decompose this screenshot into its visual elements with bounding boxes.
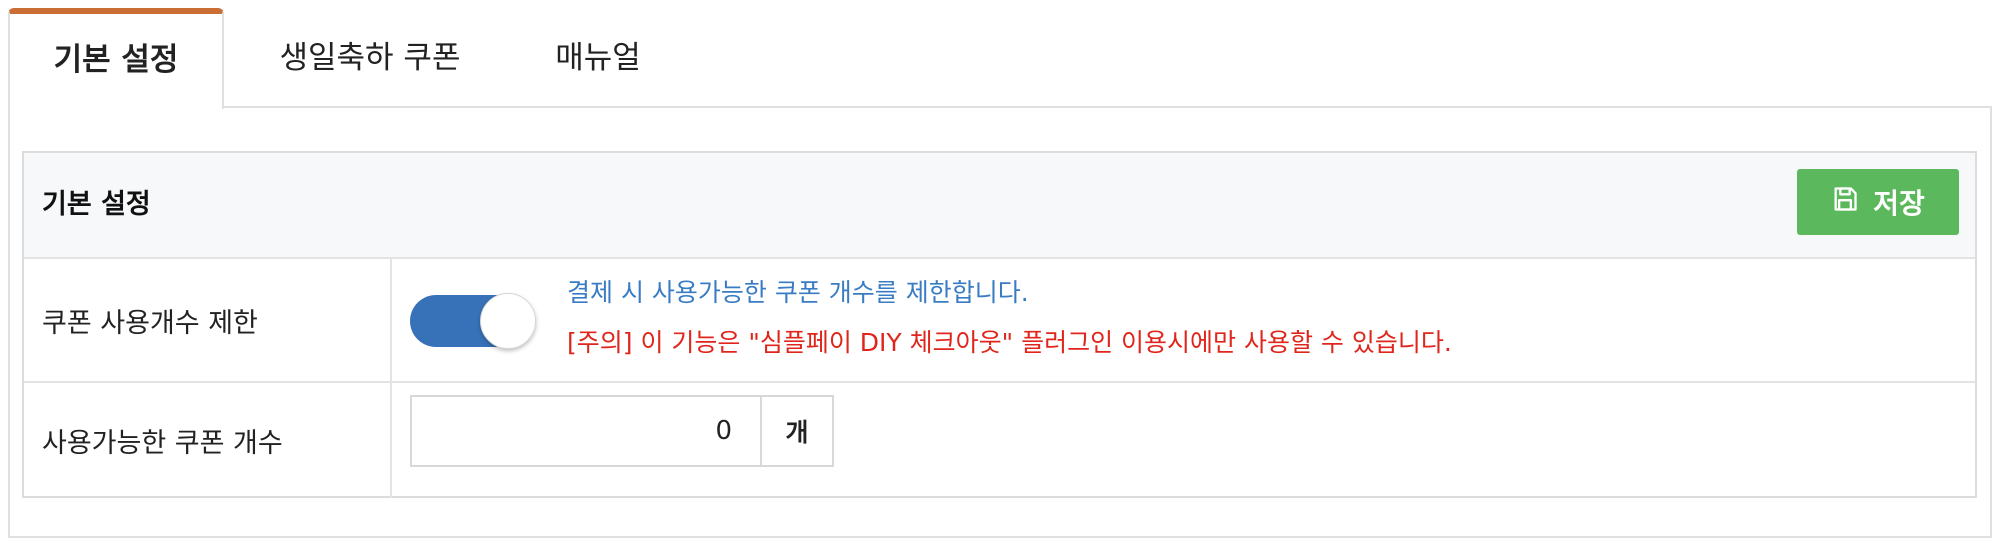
coupon-count-row: 사용가능한 쿠폰 개수 개 xyxy=(24,383,1975,498)
column-divider xyxy=(390,383,392,498)
coupon-count-input[interactable] xyxy=(410,395,762,467)
settings-box: 기본 설정 저장 쿠폰 사용개수 제한 결제 시 사용가능한 쿠폰 개수를 제한… xyxy=(22,151,1977,498)
coupon-limit-row: 쿠폰 사용개수 제한 결제 시 사용가능한 쿠폰 개수를 제한합니다. [주의]… xyxy=(24,259,1975,383)
coupon-limit-label: 쿠폰 사용개수 제한 xyxy=(42,307,258,339)
column-divider xyxy=(390,259,392,381)
coupon-limit-warning: [주의] 이 기능은 "심플페이 DIY 체크아웃" 플러그인 이용시에만 사용… xyxy=(567,328,1452,357)
coupon-limit-toggle[interactable] xyxy=(410,293,536,349)
toggle-knob xyxy=(480,293,536,349)
coupon-count-label: 사용가능한 쿠폰 개수 xyxy=(42,428,283,459)
floppy-disk-icon xyxy=(1831,185,1859,220)
coupon-limit-description: 결제 시 사용가능한 쿠폰 개수를 제한합니다. xyxy=(567,278,1029,307)
tab-bar: 기본 설정 생일축하 쿠폰 매뉴얼 xyxy=(8,8,1992,109)
settings-page: 기본 설정 생일축하 쿠폰 매뉴얼 기본 설정 저장 쿠폰 사용개수 제한 결제… xyxy=(0,0,1998,544)
tab-manual[interactable]: 매뉴얼 xyxy=(516,8,680,108)
save-label: 저장 xyxy=(1873,187,1925,220)
tab-basic-settings[interactable]: 기본 설정 xyxy=(8,8,224,109)
tab-birthday-coupon[interactable]: 생일축하 쿠폰 xyxy=(254,8,486,108)
section-title: 기본 설정 xyxy=(42,189,151,220)
save-button[interactable]: 저장 xyxy=(1797,169,1959,235)
settings-box-header: 기본 설정 저장 xyxy=(24,153,1975,259)
coupon-count-unit: 개 xyxy=(762,395,834,467)
